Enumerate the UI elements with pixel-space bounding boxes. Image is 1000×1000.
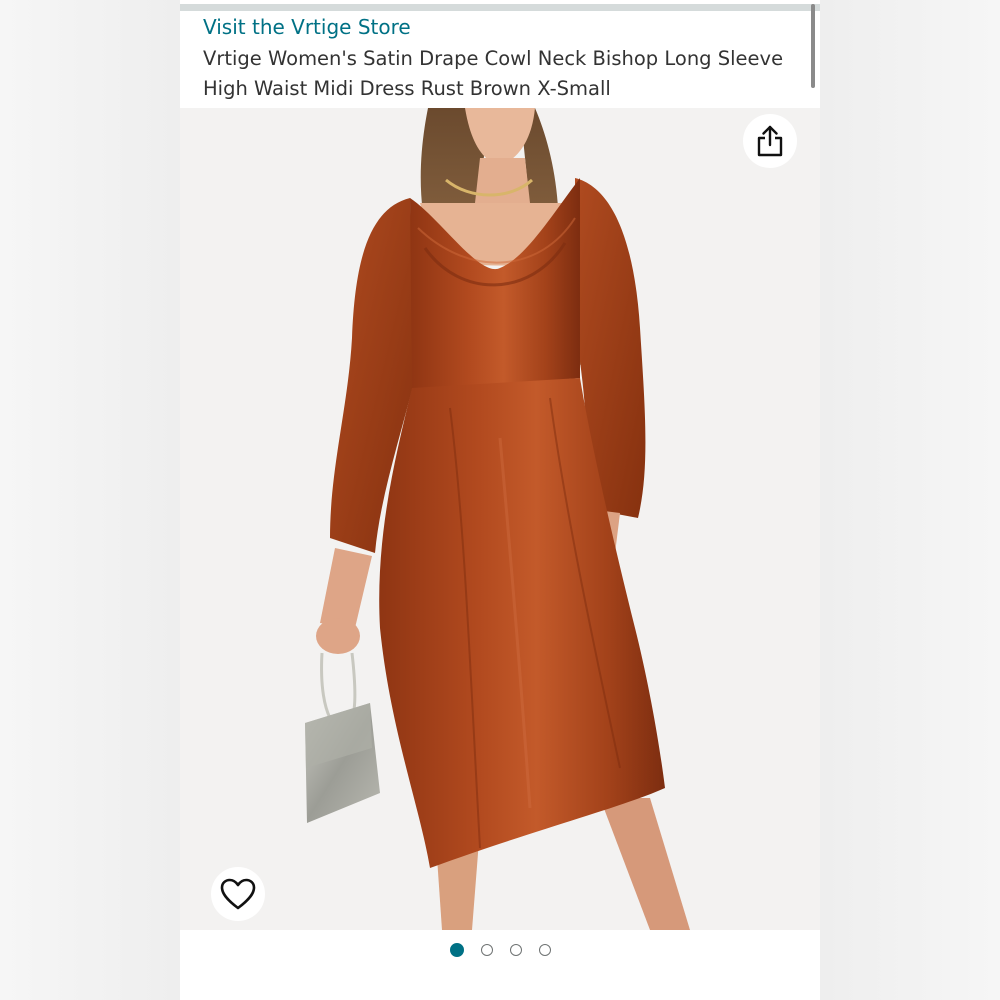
product-screen: Visit the Vrtige Store Vrtige Women's Sa… (180, 0, 820, 1000)
product-photo (180, 108, 820, 930)
visit-store-link[interactable]: Visit the Vrtige Store (203, 15, 411, 39)
product-title: Vrtige Women's Satin Drape Cowl Neck Bis… (203, 47, 784, 100)
heart-icon (220, 878, 256, 910)
left-backdrop (0, 0, 180, 1000)
page-dot-1[interactable] (449, 943, 464, 957)
page-dot-4[interactable] (538, 944, 551, 956)
product-header: Visit the Vrtige Store Vrtige Women's Sa… (180, 12, 820, 108)
share-button[interactable] (743, 114, 797, 168)
page-dot-2[interactable] (480, 944, 493, 956)
wishlist-button[interactable] (211, 867, 265, 921)
product-image-gallery[interactable] (180, 108, 820, 930)
top-divider (180, 4, 820, 11)
right-backdrop (820, 0, 1000, 1000)
scrollbar[interactable] (811, 4, 815, 88)
page-dot-3[interactable] (509, 944, 522, 956)
image-pagination (180, 930, 820, 970)
share-icon (757, 125, 783, 157)
